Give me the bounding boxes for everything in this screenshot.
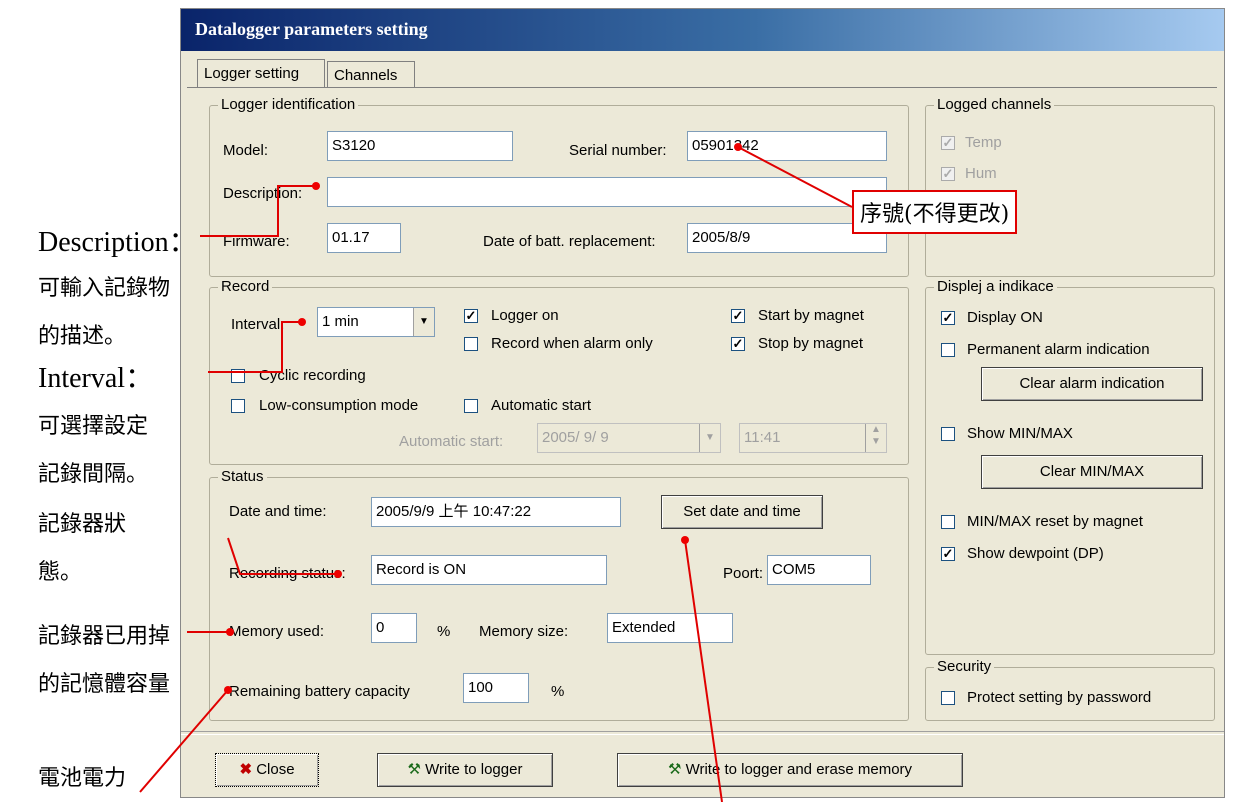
annotation-dot: [224, 686, 232, 694]
interval-note-title: Interval：: [38, 363, 154, 394]
annotation-dot: [226, 628, 234, 636]
status-note-line1: 記錄器狀: [38, 512, 127, 537]
interval-note-line2: 記錄間隔。: [38, 462, 149, 487]
tab-logger-setting[interactable]: Logger setting: [197, 59, 325, 87]
annotation-dot: [298, 318, 306, 326]
annotation-dot: [734, 143, 742, 151]
annotation-dot: [334, 570, 342, 578]
desc-note-line2: 的描述。: [38, 324, 127, 349]
serial-note: 序號(不得更改): [852, 190, 1018, 234]
annotation-dot: [312, 182, 320, 190]
interval-note-line1: 可選擇設定: [38, 414, 149, 439]
annotation-dot: [681, 536, 689, 544]
desc-note-line1: 可輸入記錄物: [38, 276, 171, 301]
battery-note: 電池電力: [38, 766, 127, 791]
status-note-line2: 態。: [38, 560, 83, 585]
desc-note-title: Description：: [38, 227, 197, 258]
annotation-lines: [139, 146, 853, 802]
memory-note-line1: 記錄器已用掉: [38, 624, 171, 649]
memory-note-line2: 的記憶體容量: [38, 672, 171, 697]
